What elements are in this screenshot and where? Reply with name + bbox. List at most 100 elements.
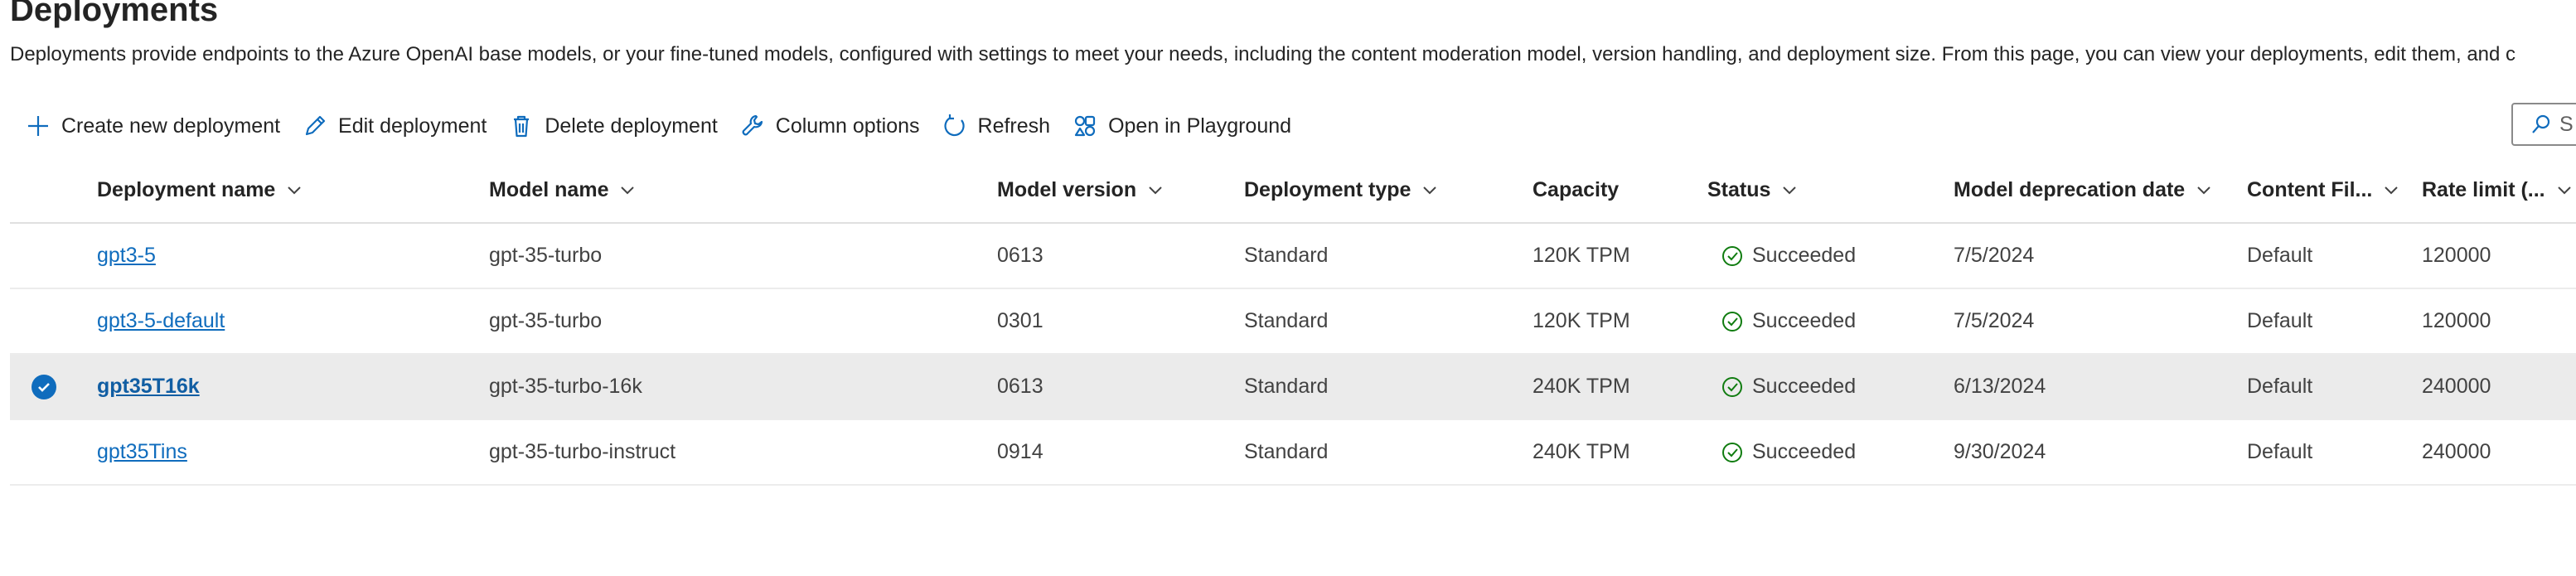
column-header-label: Capacity	[1533, 177, 1620, 201]
column-options-label: Column options	[775, 114, 920, 138]
row-selected-checkmark[interactable]	[31, 375, 56, 399]
column-header-label: Model deprecation date	[1954, 177, 2186, 201]
deployment-name-link[interactable]: gpt35T16k	[97, 355, 200, 419]
refresh-button[interactable]: Refresh	[930, 106, 1061, 146]
deployment-type-cell: Standard	[1244, 440, 1329, 463]
content-filter-cell: Default	[2247, 440, 2313, 463]
column-header-model-version[interactable]: Model version	[997, 157, 1165, 222]
status-cell: Succeeded	[1721, 289, 1856, 353]
edit-deployment-label: Edit deployment	[338, 114, 487, 138]
table-row[interactable]: gpt3-5 gpt-35-turbo 0613 Standard 120K T…	[10, 224, 2576, 289]
toolbar: Create new deployment Edit deployment De…	[13, 106, 1301, 146]
column-header-content-filter[interactable]: Content Fil...	[2247, 157, 2400, 222]
deployment-name-link[interactable]: gpt3-5	[97, 224, 156, 288]
model-version-cell: 0613	[997, 244, 1043, 267]
status-text: Succeeded	[1752, 244, 1857, 267]
column-header-label: Rate limit (...	[2422, 177, 2545, 201]
status-cell: Succeeded	[1721, 420, 1856, 484]
content-filter-cell: Default	[2247, 244, 2313, 267]
content-filter-cell: Default	[2247, 309, 2313, 332]
checkmark-circle-icon	[38, 383, 50, 392]
chevron-down-icon	[288, 186, 302, 195]
chevron-down-icon	[621, 186, 635, 195]
status-text: Succeeded	[1752, 309, 1857, 332]
column-header-label: Content Fil...	[2247, 177, 2373, 201]
wrench-icon	[742, 114, 763, 136]
model-name-cell: gpt-35-turbo	[489, 244, 603, 267]
capacity-cell: 120K TPM	[1533, 244, 1630, 267]
column-header-label: Status	[1707, 177, 1771, 201]
check-circle-icon	[1722, 311, 1742, 332]
chevron-down-icon	[1423, 186, 1437, 195]
capacity-cell: 120K TPM	[1533, 309, 1630, 332]
column-header-model-deprecation-date[interactable]: Model deprecation date	[1954, 157, 2213, 222]
model-name-cell: gpt-35-turbo	[489, 309, 603, 332]
content-filter-cell: Default	[2247, 375, 2313, 398]
deployment-type-cell: Standard	[1244, 309, 1329, 332]
check-circle-icon	[1722, 376, 1742, 397]
check-circle-icon	[1722, 245, 1742, 266]
column-header-capacity[interactable]: Capacity	[1533, 157, 1619, 222]
column-options-button[interactable]: Column options	[728, 106, 930, 146]
pencil-icon	[305, 115, 326, 136]
chevron-down-icon	[2557, 186, 2571, 195]
deployment-type-cell: Standard	[1244, 244, 1329, 267]
delete-deployment-button[interactable]: Delete deployment	[496, 106, 727, 146]
rate-limit-cell: 120000	[2422, 309, 2491, 332]
open-in-playground-label: Open in Playground	[1108, 114, 1292, 138]
deployment-name-link[interactable]: gpt3-5-default	[97, 289, 225, 353]
column-header-deployment-name[interactable]: Deployment name	[97, 157, 303, 222]
page-description: Deployments provide endpoints to the Azu…	[10, 43, 2516, 65]
column-header-label: Model version	[997, 177, 1137, 201]
model-name-cell: gpt-35-turbo-instruct	[489, 440, 676, 463]
search-input[interactable]: S	[2511, 103, 2576, 146]
column-header-label: Deployment name	[97, 177, 276, 201]
trash-icon	[514, 115, 530, 138]
deprecation-date-cell: 7/5/2024	[1954, 309, 2035, 332]
column-header-label: Deployment type	[1244, 177, 1411, 201]
create-deployment-button[interactable]: Create new deployment	[13, 106, 290, 146]
column-header-rate-limit[interactable]: Rate limit (...	[2422, 157, 2574, 222]
open-in-playground-button[interactable]: Open in Playground	[1060, 106, 1301, 146]
status-text: Succeeded	[1752, 375, 1857, 398]
capacity-cell: 240K TPM	[1533, 440, 1630, 463]
column-header-deployment-type[interactable]: Deployment type	[1244, 157, 1439, 222]
deployment-name-link[interactable]: gpt35Tins	[97, 420, 187, 484]
column-header-status[interactable]: Status	[1707, 157, 1799, 222]
table-row[interactable]: gpt35Tins gpt-35-turbo-instruct 0914 Sta…	[10, 420, 2576, 486]
model-name-cell: gpt-35-turbo-16k	[489, 375, 642, 398]
deployment-type-cell: Standard	[1244, 375, 1329, 398]
deprecation-date-cell: 9/30/2024	[1954, 440, 2046, 463]
chevron-down-icon	[2197, 186, 2210, 195]
status-text: Succeeded	[1752, 440, 1857, 463]
chevron-down-icon	[2385, 186, 2399, 195]
model-version-cell: 0914	[997, 440, 1043, 463]
table-header: Deployment name Model name Model version…	[10, 157, 2576, 224]
create-deployment-label: Create new deployment	[61, 114, 281, 138]
playground-icon	[1074, 115, 1096, 137]
deprecation-date-cell: 7/5/2024	[1954, 244, 2035, 267]
edit-deployment-button[interactable]: Edit deployment	[290, 106, 496, 146]
refresh-label: Refresh	[977, 114, 1051, 138]
model-version-cell: 0301	[997, 309, 1043, 332]
column-header-label: Model name	[489, 177, 609, 201]
refresh-icon	[944, 114, 965, 137]
check-circle-icon	[1722, 442, 1742, 462]
status-cell: Succeeded	[1721, 355, 1856, 419]
rate-limit-cell: 120000	[2422, 244, 2491, 267]
column-header-model-name[interactable]: Model name	[489, 157, 637, 222]
page-title: Deployments	[10, 0, 219, 28]
status-cell: Succeeded	[1721, 224, 1856, 288]
table-row[interactable]: gpt3-5-default gpt-35-turbo 0301 Standar…	[10, 289, 2576, 355]
search-icon	[2532, 114, 2550, 133]
deployments-table: Deployment name Model name Model version…	[10, 157, 2576, 486]
rate-limit-cell: 240000	[2422, 375, 2491, 398]
chevron-down-icon	[1783, 186, 1797, 195]
table-row-selected[interactable]: gpt35T16k gpt-35-turbo-16k 0613 Standard…	[10, 355, 2576, 420]
chevron-down-icon	[1149, 186, 1162, 195]
rate-limit-cell: 240000	[2422, 440, 2491, 463]
delete-deployment-label: Delete deployment	[545, 114, 718, 138]
search-placeholder: S	[2559, 112, 2574, 136]
model-version-cell: 0613	[997, 375, 1043, 398]
capacity-cell: 240K TPM	[1533, 375, 1630, 398]
